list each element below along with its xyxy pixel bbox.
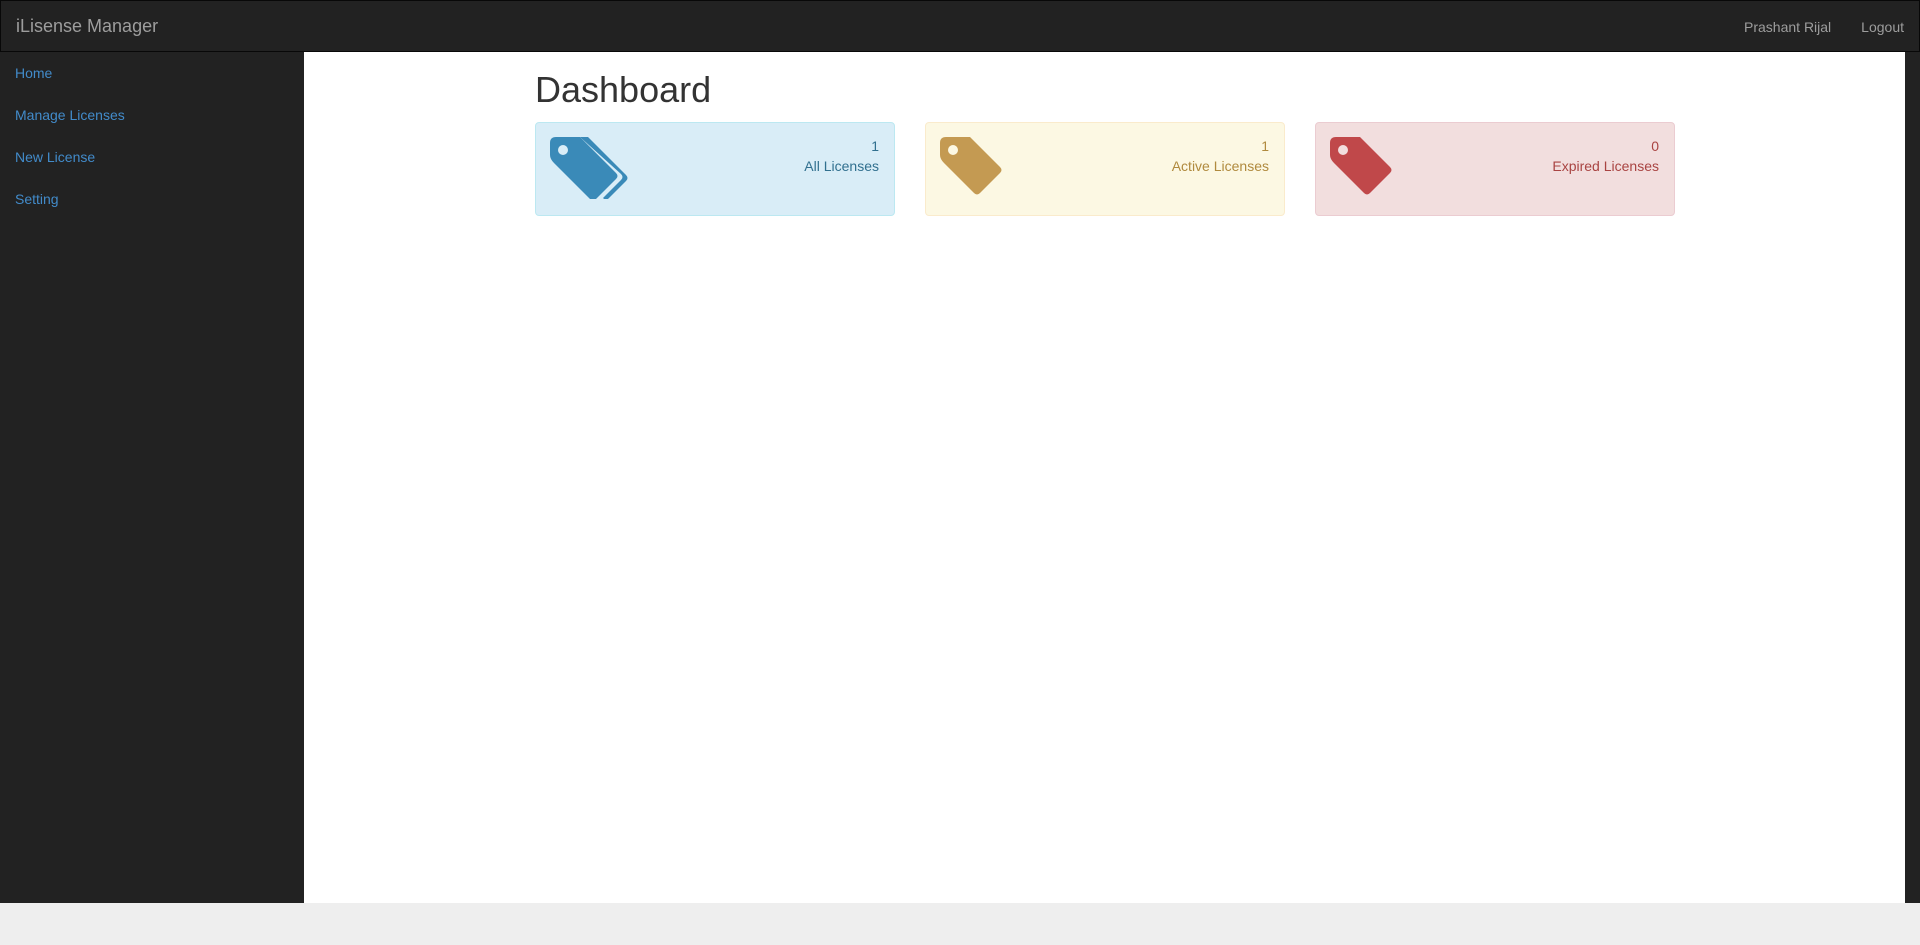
expired-licenses-panel[interactable]: 0 Expired Licenses [1315,122,1675,216]
active-licenses-count: 1 [1261,138,1269,154]
logout-link[interactable]: Logout [1861,17,1904,37]
tag-icon [1330,137,1392,204]
expired-licenses-label: Expired Licenses [1552,158,1659,174]
all-licenses-count: 1 [871,138,879,154]
page-title: Dashboard [535,69,712,110]
sidebar: Home Manage Licenses New License Setting [0,52,304,903]
all-licenses-panel[interactable]: 1 All Licenses [535,122,895,216]
active-licenses-label: Active Licenses [1171,158,1269,174]
main-content: Dashboard 1 All Licenses 1 Active Licens [304,52,1905,903]
sidebar-item-home[interactable]: Home [0,52,304,94]
brand-link[interactable]: iLisense Manager [16,15,158,37]
expired-licenses-count: 0 [1651,138,1659,154]
top-navbar: iLisense Manager Prashant Rijal Logout [0,0,1920,52]
sidebar-item-manage-licenses[interactable]: Manage Licenses [0,94,304,136]
all-licenses-label: All Licenses [804,158,879,174]
app-window: iLisense Manager Prashant Rijal Logout H… [0,0,1920,903]
navbar-right: Prashant Rijal Logout [1744,17,1904,37]
sidebar-item-setting[interactable]: Setting [0,178,304,220]
sidebar-item-new-license[interactable]: New License [0,136,304,178]
tags-icon [550,137,628,204]
tag-icon [940,137,1002,204]
user-name-link[interactable]: Prashant Rijal [1744,17,1831,37]
active-licenses-panel[interactable]: 1 Active Licenses [925,122,1285,216]
